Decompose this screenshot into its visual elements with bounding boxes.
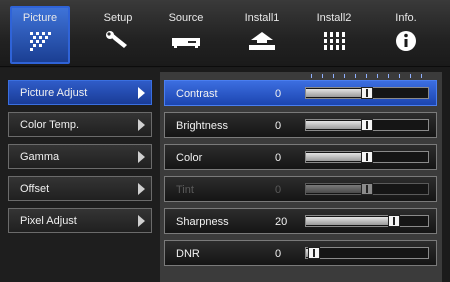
slider-fill — [306, 121, 363, 129]
wrench-icon — [106, 31, 127, 48]
setting-row-dnr[interactable]: DNR 0 — [164, 240, 437, 266]
picture-grid-icon — [30, 32, 51, 51]
chevron-right-icon — [138, 183, 145, 195]
menu-item-label: Picture Adjust — [20, 87, 88, 99]
slider-knob[interactable] — [388, 215, 400, 227]
slider-knob[interactable] — [361, 87, 373, 99]
tab-install2[interactable]: Install2 — [306, 8, 362, 60]
slider-tick — [355, 74, 356, 78]
slider-knob[interactable] — [361, 119, 373, 131]
slider-tick — [344, 74, 345, 78]
menu-item-pixel-adjust[interactable]: Pixel Adjust — [8, 208, 152, 233]
color-slider[interactable] — [305, 151, 429, 163]
slider-tick — [333, 74, 334, 78]
slider-tick — [399, 74, 400, 78]
brightness-slider[interactable] — [305, 119, 429, 131]
setting-label: Brightness — [176, 120, 228, 132]
tab-label: Install2 — [316, 12, 352, 24]
slider-knob — [361, 183, 373, 195]
slider-fill — [306, 89, 363, 97]
slider-tick — [322, 74, 323, 78]
menu-item-label: Color Temp. — [20, 119, 80, 131]
slider-fill — [306, 153, 363, 161]
tab-source[interactable]: Source — [158, 8, 214, 60]
setting-row-brightness[interactable]: Brightness 0 — [164, 112, 437, 138]
menu-item-color-temp[interactable]: Color Temp. — [8, 112, 152, 137]
chevron-right-icon — [138, 215, 145, 227]
slider-tick — [366, 74, 367, 78]
slider-ticks — [305, 74, 429, 78]
tab-label: Source — [168, 12, 204, 24]
menu-item-label: Pixel Adjust — [20, 215, 77, 227]
tab-info[interactable]: Info. — [378, 8, 434, 60]
dnr-slider[interactable] — [305, 247, 429, 259]
slider-tick — [377, 74, 378, 78]
slider-tick — [388, 74, 389, 78]
tab-picture[interactable]: Picture — [10, 6, 70, 64]
tab-setup[interactable]: Setup — [90, 8, 146, 60]
setting-row-color[interactable]: Color 0 — [164, 144, 437, 170]
tab-install1[interactable]: Install1 — [234, 8, 290, 60]
info-icon — [396, 31, 416, 51]
setting-value: 20 — [275, 216, 288, 228]
setting-value: 0 — [275, 120, 282, 132]
contrast-slider[interactable] — [305, 87, 429, 99]
chevron-right-icon — [138, 87, 145, 99]
slider-fill — [306, 185, 363, 193]
slider-knob[interactable] — [361, 151, 373, 163]
setting-row-contrast[interactable]: Contrast 0 — [164, 80, 437, 106]
setting-value: 0 — [275, 184, 282, 196]
setting-label: Color — [176, 152, 203, 164]
slider-tick — [311, 74, 312, 78]
setting-row-sharpness[interactable]: Sharpness 20 — [164, 208, 437, 234]
menu-item-offset[interactable]: Offset — [8, 176, 152, 201]
tab-label: Install1 — [244, 12, 280, 24]
slider-knob[interactable] — [308, 247, 320, 259]
top-tab-bar: Picture Setup Source Install1 Install2 I… — [0, 0, 450, 67]
setting-value: 0 — [275, 88, 282, 100]
slider-fill — [306, 217, 390, 225]
tab-label: Info. — [395, 12, 417, 24]
chevron-right-icon — [138, 119, 145, 131]
setting-label: DNR — [176, 248, 200, 260]
left-menu-panel: Picture Adjust Color Temp. Gamma Offset … — [0, 68, 160, 282]
tint-slider — [305, 183, 429, 195]
slider-tick — [410, 74, 411, 78]
setting-row-tint: Tint 0 — [164, 176, 437, 202]
tab-label: Setup — [103, 12, 133, 24]
install-grid-icon — [324, 32, 345, 50]
setting-value: 0 — [275, 152, 282, 164]
chevron-right-icon — [138, 151, 145, 163]
menu-item-gamma[interactable]: Gamma — [8, 144, 152, 169]
setting-label: Sharpness — [176, 216, 229, 228]
setting-label: Contrast — [176, 88, 218, 100]
slider-tick — [421, 74, 422, 78]
sharpness-slider[interactable] — [305, 215, 429, 227]
setting-value: 0 — [275, 248, 282, 260]
menu-item-label: Gamma — [20, 151, 60, 163]
tab-label: Picture — [22, 12, 58, 24]
source-device-icon — [172, 38, 200, 48]
install-arrow-icon — [249, 32, 275, 50]
setting-label: Tint — [176, 184, 194, 196]
menu-item-picture-adjust[interactable]: Picture Adjust — [8, 80, 152, 105]
menu-item-label: Offset — [20, 183, 50, 195]
